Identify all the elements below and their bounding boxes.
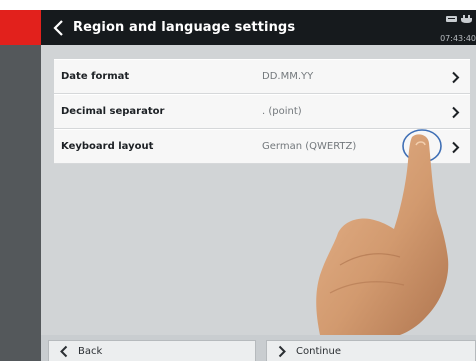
continue-button-label: Continue	[296, 346, 341, 357]
back-chevron-icon[interactable]	[51, 19, 67, 37]
setting-label: Keyboard layout	[61, 141, 154, 152]
title-bar: Region and language settings 07:43:40	[41, 10, 476, 45]
keyboard-icon	[446, 16, 457, 22]
setting-row-decimal-separator[interactable]: Decimal separator . (point)	[54, 94, 470, 129]
setting-label: Date format	[61, 71, 130, 82]
chevron-right-icon	[452, 106, 460, 119]
pointing-hand-illustration	[316, 129, 449, 335]
clock: 07:43:40	[440, 34, 476, 43]
side-rail	[0, 45, 41, 361]
setting-row-date-format[interactable]: Date format DD.MM.YY	[54, 59, 470, 94]
back-button-label: Back	[78, 346, 103, 357]
chevron-right-icon	[278, 345, 286, 358]
chevron-left-icon	[60, 345, 68, 358]
power-plug-icon	[461, 15, 472, 23]
page-title: Region and language settings	[73, 20, 296, 35]
footer-bar: Back Continue	[41, 335, 476, 361]
hand-shape	[316, 134, 449, 335]
setting-value: . (point)	[262, 106, 302, 117]
setting-value: DD.MM.YY	[262, 71, 314, 82]
chevron-right-icon	[452, 71, 460, 84]
brand-accent-bar	[0, 10, 41, 45]
back-button[interactable]: Back	[48, 340, 256, 361]
status-icons	[446, 15, 472, 23]
continue-button[interactable]: Continue	[266, 340, 476, 361]
setting-label: Decimal separator	[61, 106, 165, 117]
